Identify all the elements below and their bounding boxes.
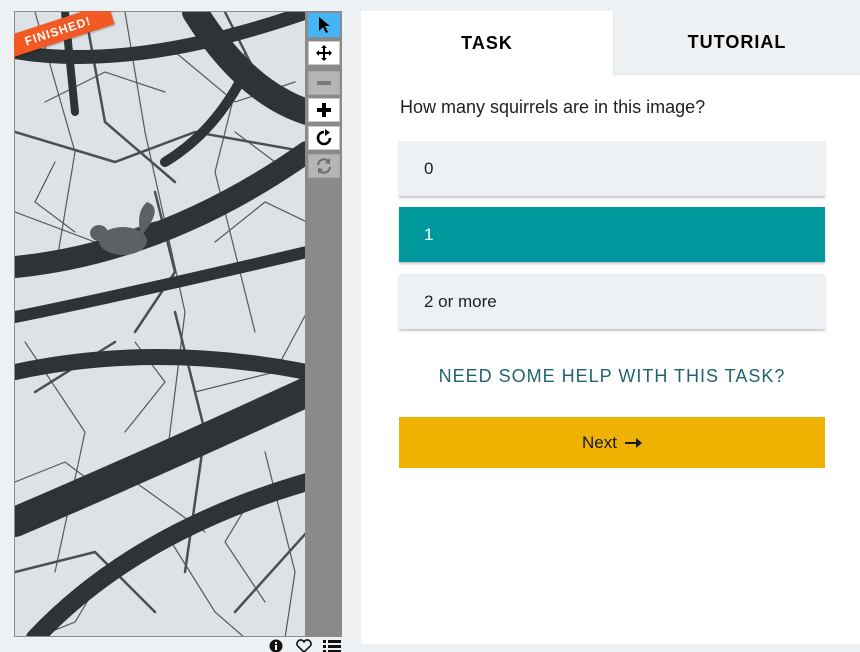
arrow-right-icon <box>624 437 642 448</box>
subject-viewer: FINISHED! <box>14 11 342 637</box>
favorite-button[interactable] <box>294 639 314 652</box>
image-toolbar <box>306 11 342 637</box>
task-question: How many squirrels are in this image? <box>400 97 706 117</box>
zoom-in-icon <box>317 103 331 117</box>
tab-task[interactable]: TASK <box>361 11 613 75</box>
info-icon <box>269 639 283 652</box>
zoom-out-icon <box>317 81 331 85</box>
task-panel: TASK TUTORIAL How many squirrels are in … <box>361 11 860 644</box>
answer-label: 0 <box>424 158 434 178</box>
zoom-out-button[interactable] <box>308 71 340 95</box>
answer-label: 2 or more <box>424 291 497 311</box>
tree-branches-photo <box>15 12 305 636</box>
move-tool-button[interactable] <box>308 41 340 65</box>
tab-tutorial[interactable]: TUTORIAL <box>613 11 860 75</box>
next-button[interactable]: Next <box>399 417 825 468</box>
rotate-icon <box>316 129 332 146</box>
pointer-tool-button[interactable] <box>308 13 340 37</box>
answer-option-1[interactable]: 1 <box>399 207 825 262</box>
task-tabs: TASK TUTORIAL <box>361 11 860 75</box>
answer-option-0[interactable]: 0 <box>399 141 825 196</box>
answer-label: 1 <box>424 224 434 244</box>
pointer-icon <box>319 17 330 33</box>
need-help-link[interactable]: NEED SOME HELP WITH THIS TASK? <box>399 366 825 387</box>
reset-button[interactable] <box>308 154 340 178</box>
next-button-label: Next <box>582 432 617 452</box>
answer-option-2-or-more[interactable]: 2 or more <box>399 274 825 329</box>
subject-image[interactable] <box>14 11 306 637</box>
info-button[interactable] <box>266 639 286 652</box>
rotate-button[interactable] <box>308 126 340 150</box>
zoom-in-button[interactable] <box>308 98 340 122</box>
list-icon <box>323 640 341 652</box>
heart-icon <box>296 639 312 652</box>
collections-button[interactable] <box>322 639 342 652</box>
subject-meta-bar <box>262 639 342 652</box>
move-icon <box>316 45 332 61</box>
reset-icon <box>316 158 332 174</box>
